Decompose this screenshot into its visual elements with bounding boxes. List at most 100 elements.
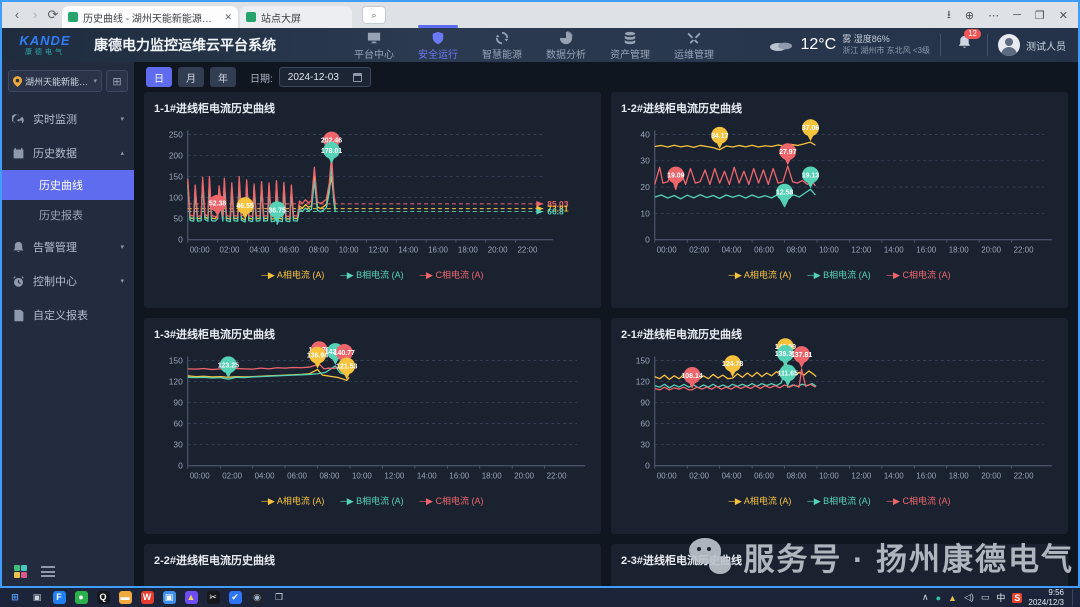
file-explorer-icon[interactable]: ▬	[114, 589, 136, 606]
sidebar-item-realtime[interactable]: 实时监测 ▾	[2, 102, 134, 136]
nav-safe-operation[interactable]: 安全运行	[410, 29, 466, 61]
nav-asset-management[interactable]: 资产管理	[602, 29, 658, 61]
pie-chart-icon	[559, 31, 573, 45]
volume-icon[interactable]: ◁)	[964, 592, 974, 603]
taskbar-clock[interactable]: 9:56 2024/12/3	[1022, 588, 1070, 606]
period-year-button[interactable]: 年	[210, 67, 236, 87]
wps-icon[interactable]: W	[136, 589, 158, 606]
sidebar-item-history-data[interactable]: 历史数据 ▴	[2, 136, 134, 170]
pc-manager-icon[interactable]: ✔	[224, 589, 246, 606]
svg-text:20: 20	[640, 182, 650, 192]
svg-text:150: 150	[169, 172, 183, 182]
show-desktop-button[interactable]	[1072, 589, 1076, 606]
browser-forward-button[interactable]: ›	[26, 3, 44, 27]
svg-text:14:00: 14:00	[398, 246, 418, 255]
legend-item[interactable]: ─▶ B相电流 (A)	[340, 268, 403, 281]
chart-title: 1-2#进线柜电流历史曲线	[621, 100, 1058, 116]
svg-text:22:00: 22:00	[518, 246, 538, 255]
browser-menu-icon[interactable]: ⋯	[988, 9, 999, 22]
window-maximize-button[interactable]: ❐	[1035, 9, 1045, 22]
photos-icon[interactable]: ▣	[158, 589, 180, 606]
taskbar: ⊞▣F●Q▬W▣▲✂✔◉❐ ∧●▲◁)▭中S 9:56 2024/12/3	[0, 588, 1080, 607]
sidebar-item-history-curve[interactable]: 历史曲线	[2, 170, 134, 200]
window-minimize-button[interactable]: ─	[1013, 9, 1021, 21]
site-grid-button[interactable]: ⊞	[106, 70, 128, 92]
camera-app-icon[interactable]: ◉	[246, 589, 268, 606]
svg-text:14:00: 14:00	[884, 246, 904, 255]
browser-download-icon[interactable]: ⭳	[947, 6, 951, 25]
site-selector[interactable]: 湖州天能新能源有... ▾	[8, 70, 102, 92]
wechat-icon[interactable]: ●	[70, 589, 92, 606]
tray-green-icon[interactable]: ●	[936, 593, 941, 603]
screen-capture-icon[interactable]: ❐	[268, 589, 290, 606]
legend-item[interactable]: ─▶ A相电流 (A)	[729, 268, 792, 281]
nav-data-analysis[interactable]: 数据分析	[538, 29, 594, 61]
legend-item[interactable]: ─▶ A相电流 (A)	[262, 494, 325, 507]
svg-text:04:00: 04:00	[722, 472, 742, 481]
chart-panel: 1-1#进线柜电流历史曲线 05010015020025000:0002:000…	[144, 92, 601, 308]
nav-smart-energy[interactable]: 智慧能源	[474, 29, 530, 61]
period-month-button[interactable]: 月	[178, 67, 204, 87]
mountain-app-icon[interactable]: ▲	[180, 589, 202, 606]
legend-item[interactable]: ─▶ C相电流 (A)	[420, 268, 484, 281]
legend-item[interactable]: ─▶ B相电流 (A)	[807, 494, 870, 507]
tab-search-icon[interactable]: ⌕	[362, 6, 386, 24]
sidebar-item-custom-report[interactable]: 自定义报表	[2, 298, 134, 332]
svg-text:46.55: 46.55	[236, 203, 254, 210]
apps-grid-icon[interactable]	[14, 565, 27, 578]
sidebar-item-history-report[interactable]: 历史报表	[2, 200, 134, 230]
nav-ops-management[interactable]: 运维管理	[666, 29, 722, 61]
chart-title: 2-1#进线柜电流历史曲线	[621, 326, 1058, 342]
window-close-button[interactable]: ✕	[1059, 9, 1068, 22]
svg-text:18:00: 18:00	[458, 246, 478, 255]
browser-tab-inactive[interactable]: 站点大屏	[240, 6, 352, 28]
notifications-button[interactable]: 12	[951, 35, 977, 55]
tab-close-icon[interactable]: ✕	[224, 12, 232, 23]
legend-item[interactable]: ─▶ C相电流 (A)	[420, 494, 484, 507]
svg-text:150: 150	[636, 355, 650, 365]
legend-item[interactable]: ─▶ C相电流 (A)	[887, 268, 951, 281]
legend-item[interactable]: ─▶ A相电流 (A)	[729, 494, 792, 507]
browser-extensions-icon[interactable]: ⊕	[965, 9, 974, 22]
svg-text:0: 0	[178, 461, 183, 471]
qq-icon[interactable]: Q	[92, 589, 114, 606]
svg-text:60: 60	[173, 419, 183, 429]
gauge-icon	[12, 113, 25, 126]
feishu-icon[interactable]: F	[48, 589, 70, 606]
capcut-icon[interactable]: ✂	[202, 589, 224, 606]
svg-text:02:00: 02:00	[220, 246, 240, 255]
nav-platform-center[interactable]: 平台中心	[346, 29, 402, 61]
legend-item[interactable]: ─▶ C相电流 (A)	[887, 494, 951, 507]
input-method-indicator[interactable]: 中	[996, 591, 1005, 604]
list-icon[interactable]	[41, 566, 55, 577]
sidebar-item-alarm[interactable]: 告警管理 ▾	[2, 230, 134, 264]
monitor-icon	[367, 31, 381, 45]
start-icon[interactable]: ⊞	[4, 589, 26, 606]
chart-legend: ─▶ A相电流 (A) ─▶ B相电流 (A) ─▶ C相电流 (A)	[154, 268, 591, 281]
svg-text:14:00: 14:00	[884, 472, 904, 481]
date-picker[interactable]: 2024-12-03	[279, 67, 371, 87]
chevron-down-icon: ▾	[93, 77, 97, 85]
sogou-icon[interactable]: S	[1012, 593, 1022, 603]
period-day-button[interactable]: 日	[146, 67, 172, 87]
svg-text:12.58: 12.58	[776, 190, 794, 197]
browser-tab-active[interactable]: 历史曲线 - 湖州天能新能源储能管理平台 ✕	[62, 6, 238, 28]
chevron-down-icon: ▾	[120, 243, 124, 251]
shield-icon	[431, 31, 445, 45]
legend-item[interactable]: ─▶ A相电流 (A)	[262, 268, 325, 281]
svg-text:00:00: 00:00	[190, 472, 210, 481]
chevron-down-icon: ▾	[120, 115, 124, 123]
sidebar-item-control-center[interactable]: 控制中心 ▾	[2, 264, 134, 298]
tray-color-icon[interactable]: ▲	[948, 593, 957, 603]
browser-back-button[interactable]: ‹	[8, 3, 26, 27]
tray-expand-icon[interactable]: ∧	[922, 592, 929, 603]
network-icon[interactable]: ▭	[981, 592, 990, 603]
legend-item[interactable]: ─▶ B相电流 (A)	[807, 268, 870, 281]
task-view-icon[interactable]: ▣	[26, 589, 48, 606]
marker-balloon: 37.06	[802, 119, 820, 141]
browser-refresh-button[interactable]: ⟳	[44, 3, 62, 27]
svg-text:37.06: 37.06	[802, 125, 820, 132]
user-menu[interactable]: 测试人员	[998, 34, 1070, 56]
marker-balloon: 178.01	[321, 142, 342, 164]
legend-item[interactable]: ─▶ B相电流 (A)	[340, 494, 403, 507]
